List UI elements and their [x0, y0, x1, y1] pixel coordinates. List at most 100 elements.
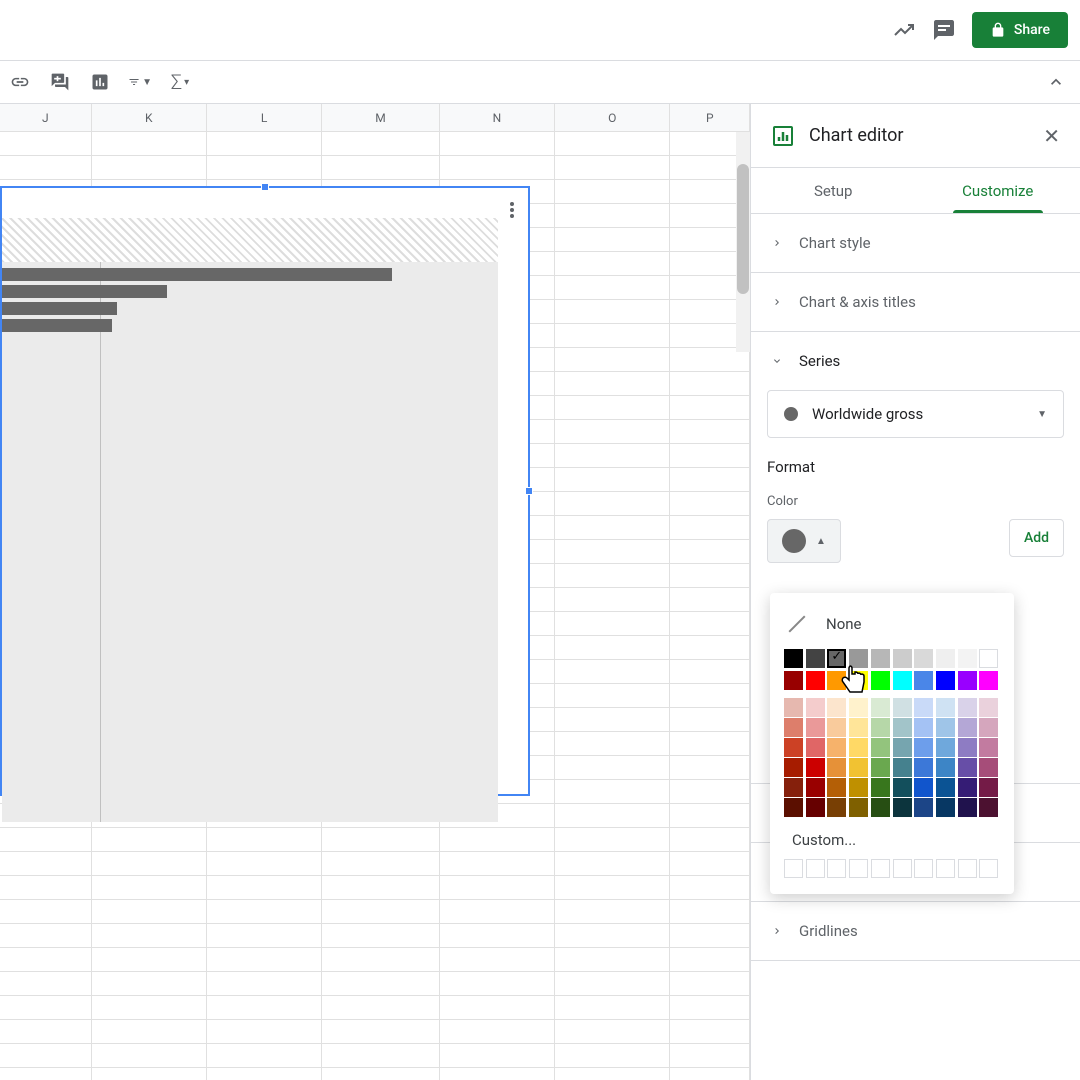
cell[interactable]	[555, 1020, 670, 1043]
color-swatch[interactable]	[979, 738, 998, 757]
cell[interactable]	[440, 900, 555, 923]
custom-color-slot[interactable]	[849, 859, 868, 878]
section-chart-axis-titles[interactable]: Chart & axis titles	[751, 273, 1080, 332]
cell[interactable]	[207, 132, 322, 155]
color-swatch[interactable]	[914, 718, 933, 737]
custom-color-slot[interactable]	[958, 859, 977, 878]
color-swatch[interactable]	[871, 758, 890, 777]
cell[interactable]	[555, 876, 670, 899]
cell[interactable]	[555, 156, 670, 179]
color-swatch[interactable]	[849, 649, 868, 668]
cell[interactable]	[670, 444, 750, 467]
cell[interactable]	[92, 156, 207, 179]
color-picker-button[interactable]: ▲	[767, 519, 841, 563]
insert-link-icon[interactable]	[8, 70, 32, 94]
cell[interactable]	[207, 1068, 322, 1080]
color-swatch[interactable]	[893, 778, 912, 797]
color-swatch[interactable]	[914, 778, 933, 797]
cell[interactable]	[555, 420, 670, 443]
color-swatch[interactable]	[871, 778, 890, 797]
color-swatch[interactable]	[784, 718, 803, 737]
cell[interactable]	[555, 564, 670, 587]
color-swatch[interactable]	[871, 649, 890, 668]
section-series-header[interactable]: Series	[751, 332, 1080, 390]
cell[interactable]	[670, 996, 750, 1019]
cell[interactable]	[555, 1068, 670, 1080]
cell[interactable]	[670, 924, 750, 947]
cell[interactable]	[670, 420, 750, 443]
cell[interactable]	[92, 924, 207, 947]
cell[interactable]	[440, 996, 555, 1019]
cell[interactable]	[207, 1044, 322, 1067]
color-swatch[interactable]	[849, 778, 868, 797]
cell[interactable]	[440, 1020, 555, 1043]
insert-chart-icon[interactable]	[88, 70, 112, 94]
custom-color-slot[interactable]	[871, 859, 890, 878]
column-header[interactable]: J	[0, 104, 92, 131]
cell[interactable]	[670, 756, 750, 779]
cell[interactable]	[92, 852, 207, 875]
color-swatch[interactable]	[827, 738, 846, 757]
cell[interactable]	[0, 1068, 92, 1080]
column-header[interactable]: O	[555, 104, 670, 131]
color-swatch[interactable]	[893, 671, 912, 690]
cell[interactable]	[322, 948, 439, 971]
resize-handle[interactable]	[261, 183, 269, 191]
cell[interactable]	[670, 708, 750, 731]
add-button[interactable]: Add	[1009, 519, 1064, 557]
cell[interactable]	[322, 1068, 439, 1080]
color-swatch[interactable]	[979, 758, 998, 777]
cell[interactable]	[322, 156, 439, 179]
cell[interactable]	[555, 660, 670, 683]
cell[interactable]	[322, 852, 439, 875]
color-swatch[interactable]	[806, 671, 825, 690]
cell[interactable]	[440, 972, 555, 995]
color-swatch[interactable]	[849, 698, 868, 717]
column-header[interactable]: N	[440, 104, 555, 131]
cell[interactable]	[555, 948, 670, 971]
cell[interactable]	[440, 156, 555, 179]
cell[interactable]	[440, 924, 555, 947]
chart-bar[interactable]	[2, 268, 392, 281]
cell[interactable]	[322, 132, 439, 155]
color-swatch[interactable]	[958, 798, 977, 817]
cell[interactable]	[555, 708, 670, 731]
cell[interactable]	[555, 180, 670, 203]
custom-color-option[interactable]: Custom...	[782, 817, 1002, 859]
color-swatch[interactable]	[806, 718, 825, 737]
color-swatch[interactable]	[914, 758, 933, 777]
color-swatch[interactable]	[871, 671, 890, 690]
color-swatch[interactable]	[806, 698, 825, 717]
column-header[interactable]: M	[322, 104, 439, 131]
cell[interactable]	[555, 228, 670, 251]
cell[interactable]	[0, 852, 92, 875]
color-swatch[interactable]	[827, 798, 846, 817]
cell[interactable]	[555, 540, 670, 563]
cell[interactable]	[555, 132, 670, 155]
cell[interactable]	[0, 132, 92, 155]
cell[interactable]	[555, 612, 670, 635]
cell[interactable]	[670, 516, 750, 539]
series-selector[interactable]: Worldwide gross ▼	[767, 390, 1064, 438]
cell[interactable]	[670, 1068, 750, 1080]
color-swatch[interactable]	[914, 798, 933, 817]
cell[interactable]	[92, 876, 207, 899]
cell[interactable]	[670, 828, 750, 851]
color-swatch[interactable]	[784, 798, 803, 817]
color-swatch[interactable]	[849, 798, 868, 817]
cell[interactable]	[670, 972, 750, 995]
custom-color-slot[interactable]	[936, 859, 955, 878]
cell[interactable]	[555, 348, 670, 371]
color-swatch[interactable]	[827, 758, 846, 777]
cell[interactable]	[322, 876, 439, 899]
color-swatch[interactable]	[936, 738, 955, 757]
custom-color-slot[interactable]	[806, 859, 825, 878]
explore-icon[interactable]	[892, 18, 916, 42]
color-swatch[interactable]	[893, 798, 912, 817]
color-swatch[interactable]	[827, 671, 846, 690]
cell[interactable]	[670, 588, 750, 611]
color-swatch[interactable]	[806, 758, 825, 777]
custom-color-slot[interactable]	[784, 859, 803, 878]
color-swatch[interactable]	[849, 718, 868, 737]
cell[interactable]	[555, 996, 670, 1019]
